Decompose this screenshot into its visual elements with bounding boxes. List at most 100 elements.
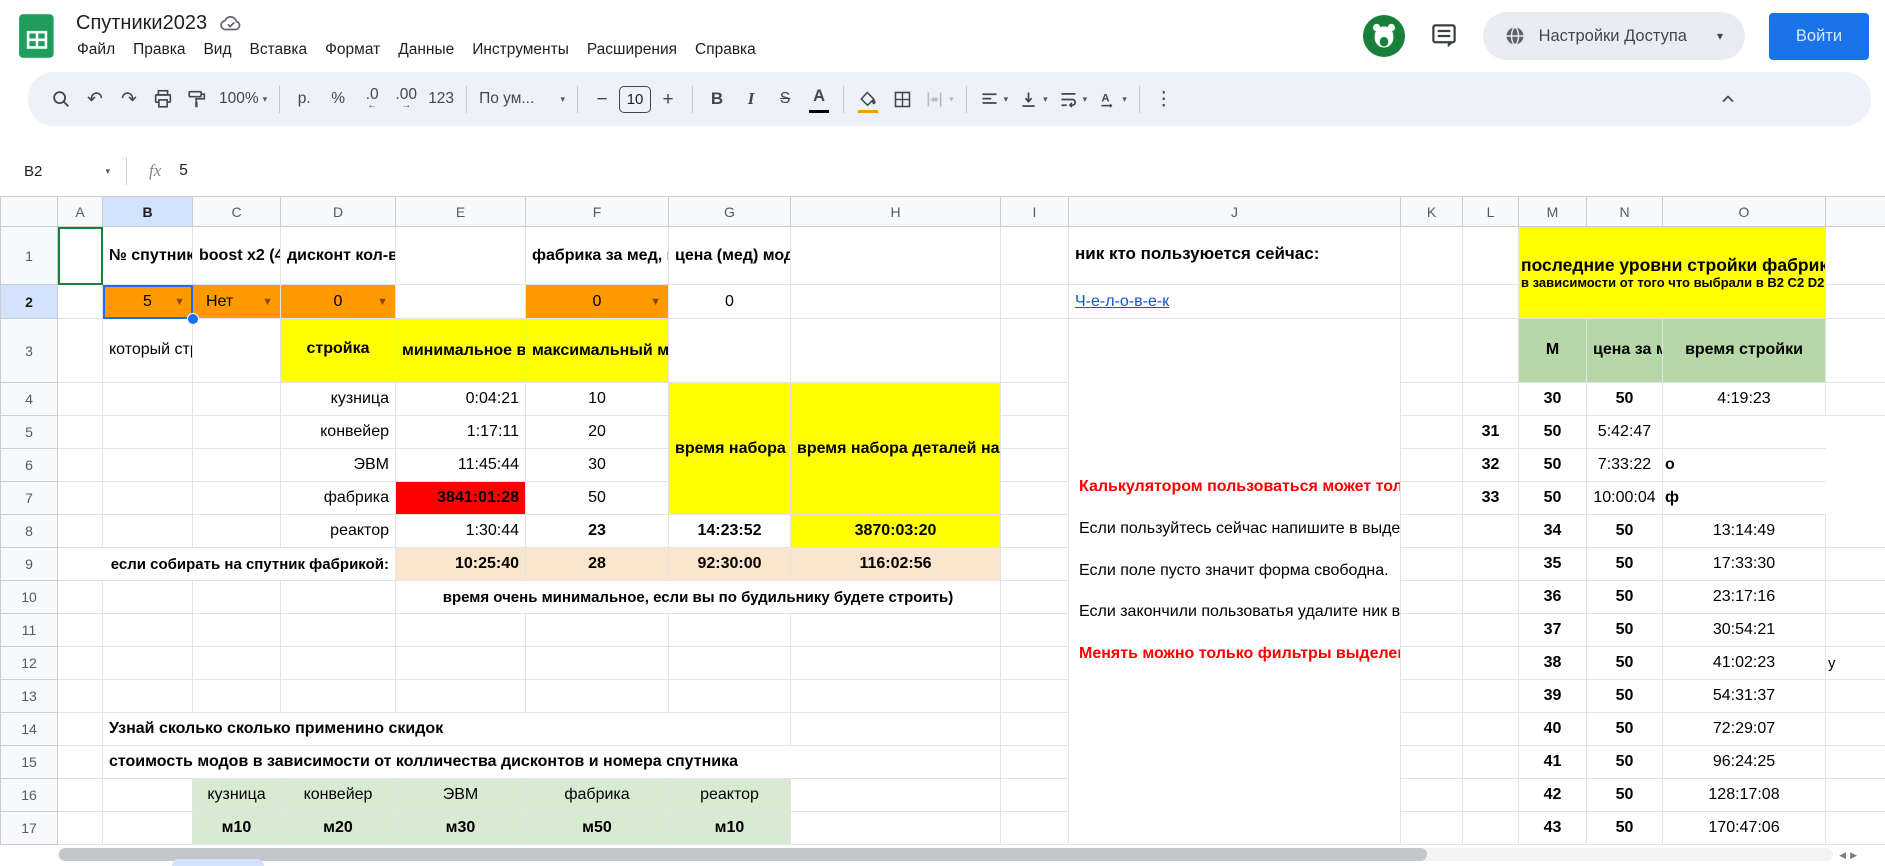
- cell-a1-other-user-selection[interactable]: [58, 227, 103, 285]
- column-header-l[interactable]: L: [1463, 197, 1519, 227]
- cell-p6-clipped[interactable]: о: [1663, 449, 1826, 482]
- cell-n8[interactable]: 50: [1587, 515, 1663, 548]
- cell-m7[interactable]: 33: [1463, 482, 1519, 515]
- vertical-align-button[interactable]: ▾: [1013, 81, 1053, 117]
- column-header-d[interactable]: D: [281, 197, 396, 227]
- cell[interactable]: [1401, 285, 1463, 319]
- cell-c2-boost-dropdown[interactable]: Нет ▼: [193, 285, 281, 319]
- cell[interactable]: [1463, 614, 1519, 647]
- cell[interactable]: [1401, 680, 1463, 713]
- cell[interactable]: [791, 285, 1001, 319]
- cell-m6[interactable]: 32: [1463, 449, 1519, 482]
- cell-e9[interactable]: 10:25:40: [396, 548, 526, 581]
- cell-c16[interactable]: кузница: [193, 779, 281, 812]
- share-dropdown-caret-icon[interactable]: ▾: [1703, 29, 1737, 43]
- cell[interactable]: [791, 812, 1001, 845]
- cell-f17[interactable]: м50: [526, 812, 669, 845]
- cell-g8[interactable]: 14:23:52: [669, 515, 791, 548]
- cell-f5[interactable]: 20: [526, 416, 669, 449]
- cell[interactable]: [396, 285, 526, 319]
- cell-c1[interactable]: boost x2 (49 меда): [193, 227, 281, 285]
- scroll-left-icon[interactable]: ◀: [1839, 850, 1850, 860]
- cell[interactable]: [1463, 515, 1519, 548]
- cell-o13[interactable]: 54:31:37: [1663, 680, 1826, 713]
- cell-f8[interactable]: 23: [526, 515, 669, 548]
- cell-f16[interactable]: фабрика: [526, 779, 669, 812]
- column-header-i[interactable]: I: [1001, 197, 1069, 227]
- cell-f1[interactable]: фабрика за мед, кол-во последних: [526, 227, 669, 285]
- font-select[interactable]: По ум... ▾: [474, 81, 570, 117]
- cell[interactable]: [103, 581, 193, 614]
- horizontal-align-button[interactable]: ▾: [974, 81, 1014, 117]
- merge-cells-button[interactable]: ▾: [919, 81, 959, 117]
- cell-h8[interactable]: 3870:03:20: [791, 515, 1001, 548]
- sign-in-button[interactable]: Войти: [1769, 13, 1869, 60]
- cell[interactable]: [791, 319, 1001, 383]
- cell[interactable]: [791, 227, 1001, 285]
- column-header-k[interactable]: K: [1401, 197, 1463, 227]
- cell-o8[interactable]: 13:14:49: [1663, 515, 1826, 548]
- cell-g4[interactable]: время набора деталей на покупку спутника: [669, 383, 791, 515]
- row-header-15[interactable]: 15: [1, 746, 58, 779]
- cell[interactable]: [103, 482, 193, 515]
- cell-d7[interactable]: фабрика: [281, 482, 396, 515]
- cell[interactable]: [1401, 614, 1463, 647]
- cell-f6[interactable]: 30: [526, 449, 669, 482]
- cell[interactable]: [58, 746, 103, 779]
- cell-n6[interactable]: 50: [1519, 449, 1587, 482]
- cell[interactable]: [103, 614, 193, 647]
- cell[interactable]: [1401, 713, 1463, 746]
- cell[interactable]: [1826, 812, 1885, 845]
- cell[interactable]: [58, 383, 103, 416]
- cell-o15[interactable]: 96:24:25: [1663, 746, 1826, 779]
- column-header-p[interactable]: [1826, 197, 1885, 227]
- cell-o7[interactable]: 10:00:04: [1587, 482, 1663, 515]
- cell[interactable]: [791, 647, 1001, 680]
- cell[interactable]: [1463, 319, 1519, 383]
- cell[interactable]: [1463, 647, 1519, 680]
- cell[interactable]: [281, 680, 396, 713]
- cell[interactable]: [1463, 383, 1519, 416]
- cell[interactable]: [103, 680, 193, 713]
- cell-j1[interactable]: ник кто пользуюется сейчас:: [1069, 227, 1401, 285]
- cell-o9[interactable]: 17:33:30: [1663, 548, 1826, 581]
- cell[interactable]: [1401, 647, 1463, 680]
- name-box[interactable]: B2 ▾: [0, 163, 120, 180]
- cell-m15[interactable]: 41: [1519, 746, 1587, 779]
- cell-o6[interactable]: 7:33:22: [1587, 449, 1663, 482]
- dropdown-arrow-icon[interactable]: ▼: [262, 296, 273, 308]
- column-header-f[interactable]: F: [526, 197, 669, 227]
- cell-o10[interactable]: 23:17:16: [1663, 581, 1826, 614]
- cell[interactable]: [396, 614, 526, 647]
- column-header-c[interactable]: C: [193, 197, 281, 227]
- italic-button[interactable]: I: [734, 81, 768, 117]
- cell[interactable]: [193, 581, 281, 614]
- cell[interactable]: [58, 319, 103, 383]
- cell-m17[interactable]: 43: [1519, 812, 1587, 845]
- cell-b2-satellite-number-dropdown[interactable]: 5 ▼: [103, 285, 193, 319]
- selection-fill-handle[interactable]: [187, 313, 199, 325]
- menu-format[interactable]: Формат: [316, 39, 389, 61]
- cell[interactable]: [1001, 779, 1069, 812]
- increase-decimal-button[interactable]: .00 →: [389, 81, 423, 117]
- cell[interactable]: [281, 614, 396, 647]
- cell[interactable]: [1826, 285, 1885, 319]
- cell-f3[interactable]: максимальный мод стройки: [526, 319, 669, 383]
- cell[interactable]: [193, 680, 281, 713]
- cell-m16[interactable]: 42: [1519, 779, 1587, 812]
- redo-button[interactable]: ↷: [112, 81, 146, 117]
- cell[interactable]: [396, 227, 526, 285]
- row-header-16[interactable]: 16: [1, 779, 58, 812]
- cell[interactable]: [1463, 812, 1519, 845]
- strikethrough-button[interactable]: S: [768, 81, 802, 117]
- cell[interactable]: [193, 482, 281, 515]
- cell[interactable]: [1401, 227, 1463, 285]
- cell-n11[interactable]: 50: [1587, 614, 1663, 647]
- cell-f2-factory-dropdown[interactable]: 0 ▼: [526, 285, 669, 319]
- cell-d17[interactable]: м20: [281, 812, 396, 845]
- cell[interactable]: [103, 647, 193, 680]
- column-header-e[interactable]: E: [396, 197, 526, 227]
- menu-tools[interactable]: Инструменты: [463, 39, 578, 61]
- cell[interactable]: [103, 515, 193, 548]
- cell[interactable]: [193, 515, 281, 548]
